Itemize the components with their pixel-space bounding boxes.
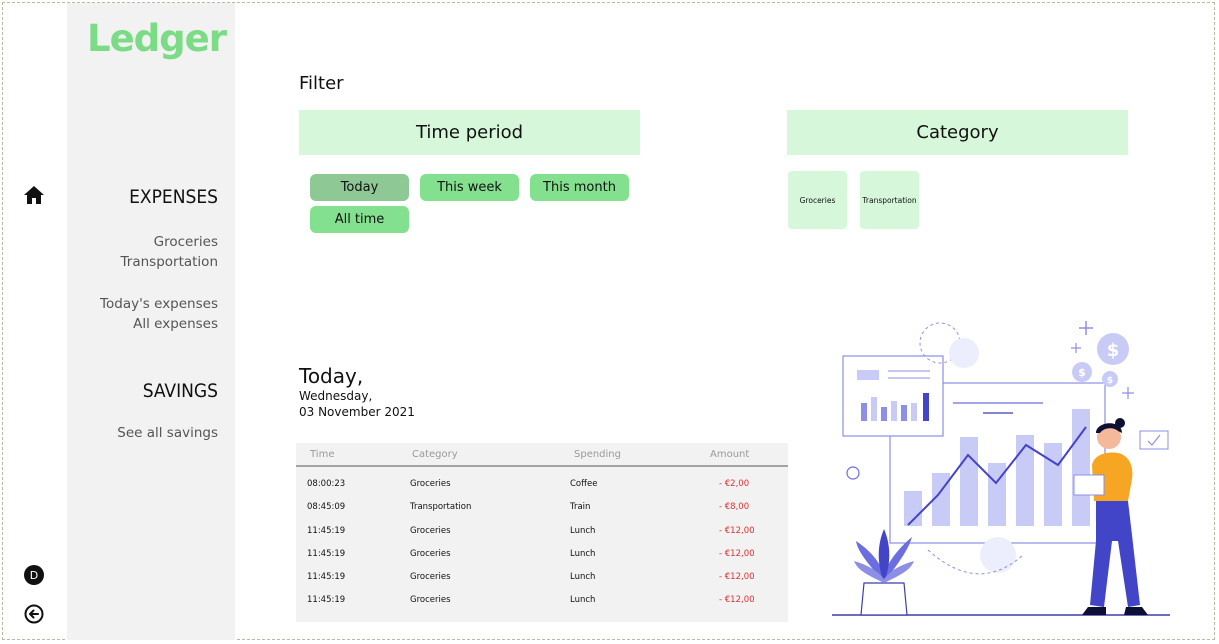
cell-spending: Lunch (570, 526, 596, 536)
cell-amount: - €8,00 (719, 502, 750, 512)
table-row[interactable]: 08:45:09 Transportation Train - €8,00 (296, 498, 788, 518)
today-title: Today, (299, 364, 364, 388)
category-transportation-card[interactable]: Transportation (860, 171, 919, 229)
time-period-header: Time period (299, 110, 640, 155)
svg-text:$: $ (1107, 340, 1120, 361)
cell-spending: Coffee (570, 479, 598, 489)
filter-all-time-button[interactable]: All time (310, 206, 409, 233)
cell-spending: Lunch (570, 595, 596, 605)
filter-today-button[interactable]: Today (310, 174, 409, 201)
sidebar-item-transportation[interactable]: Transportation (121, 252, 218, 272)
cell-time: 11:45:19 (307, 595, 346, 605)
table-row[interactable]: 11:45:19 Groceries Lunch - €12,00 (296, 568, 788, 588)
home-icon[interactable] (23, 184, 45, 206)
category-groceries-card[interactable]: Groceries (788, 171, 847, 229)
user-initial: D (24, 565, 44, 585)
column-header-spending[interactable]: Spending (574, 449, 621, 460)
column-header-amount[interactable]: Amount (710, 449, 749, 460)
table-row[interactable]: 11:45:19 Groceries Lunch - €12,00 (296, 591, 788, 611)
cell-time: 08:00:23 (307, 479, 346, 489)
cell-time: 11:45:19 (307, 549, 346, 559)
category-header: Category (787, 110, 1128, 155)
cell-amount: - €12,00 (719, 526, 755, 536)
column-header-time[interactable]: Time (310, 449, 334, 460)
expenses-table: Time Category Spending Amount 08:00:23 G… (296, 443, 788, 622)
savings-heading[interactable]: SAVINGS (143, 380, 218, 402)
table-row[interactable]: 11:45:19 Groceries Lunch - €12,00 (296, 545, 788, 565)
cell-time: 08:45:09 (307, 502, 346, 512)
cell-amount: - €12,00 (719, 595, 755, 605)
cell-amount: - €12,00 (719, 572, 755, 582)
app-logo[interactable]: Ledger (87, 17, 227, 60)
cell-category: Groceries (410, 479, 451, 489)
table-row[interactable]: 11:45:19 Groceries Lunch - €12,00 (296, 522, 788, 542)
sidebar: Ledger EXPENSES Groceries Transportation… (67, 3, 235, 640)
user-d-icon[interactable]: D (23, 564, 45, 586)
cell-time: 11:45:19 (307, 526, 346, 536)
table-header-row: Time Category Spending Amount (296, 443, 788, 467)
dashboard-illustration: $ $ $ (832, 321, 1170, 616)
filter-this-month-button[interactable]: This month (530, 174, 629, 201)
cell-spending: Lunch (570, 549, 596, 559)
sidebar-item-todays-expenses[interactable]: Today's expenses (100, 294, 218, 314)
today-date: 03 November 2021 (299, 405, 415, 419)
cell-category: Groceries (410, 572, 451, 582)
cell-time: 11:45:19 (307, 572, 346, 582)
cell-spending: Lunch (570, 572, 596, 582)
svg-text:$: $ (1107, 376, 1113, 386)
sidebar-item-all-expenses[interactable]: All expenses (133, 314, 218, 334)
today-weekday: Wednesday, (299, 389, 373, 403)
table-row[interactable]: 08:00:23 Groceries Coffee - €2,00 (296, 475, 788, 495)
cell-amount: - €2,00 (719, 479, 750, 489)
cell-amount: - €12,00 (719, 549, 755, 559)
cell-category: Transportation (410, 502, 472, 512)
cell-spending: Train (570, 502, 591, 512)
logout-icon[interactable] (23, 603, 45, 625)
sidebar-item-see-all-savings[interactable]: See all savings (117, 423, 218, 443)
cell-category: Groceries (410, 549, 451, 559)
filter-this-week-button[interactable]: This week (420, 174, 519, 201)
cell-category: Groceries (410, 526, 451, 536)
column-header-category[interactable]: Category (412, 449, 458, 460)
cell-category: Groceries (410, 595, 451, 605)
sidebar-item-groceries[interactable]: Groceries (154, 232, 218, 252)
expenses-heading[interactable]: EXPENSES (129, 186, 218, 208)
filter-title: Filter (299, 73, 344, 94)
svg-text:$: $ (1078, 366, 1086, 379)
